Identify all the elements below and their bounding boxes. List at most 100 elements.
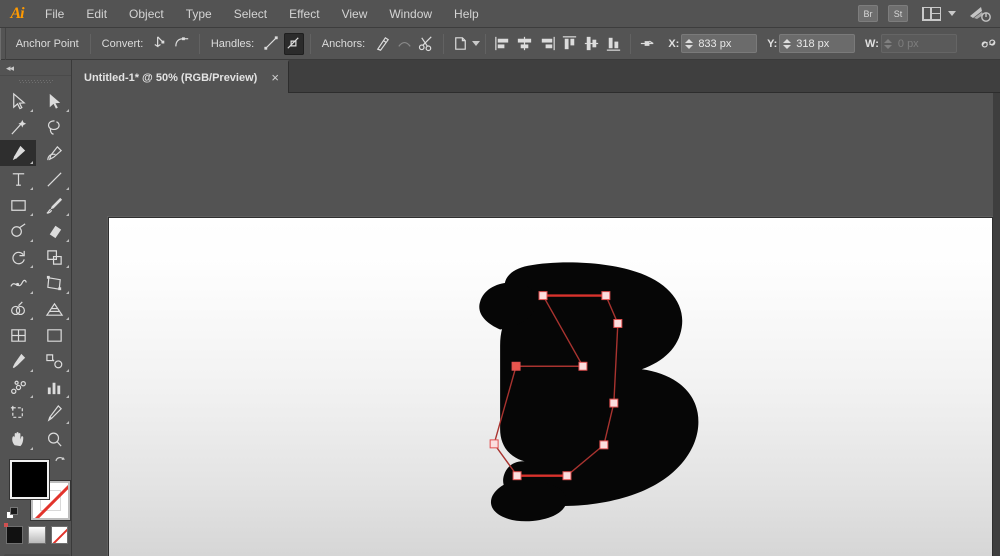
chevron-down-icon[interactable]	[948, 11, 956, 16]
remove-selected-anchors-icon[interactable]	[372, 33, 392, 55]
x-input[interactable]	[693, 37, 757, 50]
cut-path-at-selected-anchors-icon[interactable]	[417, 33, 437, 55]
flyout-indicator-icon	[66, 291, 69, 294]
flyout-indicator-icon	[66, 421, 69, 424]
paintbrush-tool[interactable]	[36, 192, 72, 218]
type-tool[interactable]	[0, 166, 36, 192]
rectangle-tool[interactable]	[0, 192, 36, 218]
menu-item-edit[interactable]: Edit	[75, 0, 118, 28]
control-bar-grip[interactable]	[0, 27, 6, 60]
scale-tool[interactable]	[36, 244, 72, 270]
w-stepper	[882, 35, 893, 52]
align-top-icon[interactable]	[559, 33, 579, 55]
selection-tool[interactable]	[0, 88, 36, 114]
width-tool[interactable]	[0, 270, 36, 296]
zoom-tool[interactable]	[36, 426, 72, 452]
shaper-tool[interactable]	[0, 218, 36, 244]
y-stepper[interactable]	[780, 35, 791, 52]
align-bottom-icon[interactable]	[604, 33, 624, 55]
illustrator-window: Ai File Edit Object Type Select Effect V…	[0, 0, 1000, 556]
close-icon[interactable]: ×	[271, 71, 279, 84]
control-bar: Anchor Point Convert: Handles: Anchors:	[0, 27, 1000, 60]
lasso-tool[interactable]	[36, 114, 72, 140]
default-fill-stroke-icon[interactable]	[6, 507, 19, 520]
pen-tool[interactable]	[0, 140, 36, 166]
column-graph-tool[interactable]	[36, 374, 72, 400]
menu-item-object[interactable]: Object	[118, 0, 175, 28]
flyout-indicator-icon	[30, 265, 33, 268]
symbol-sprayer-tool[interactable]	[0, 374, 36, 400]
flyout-indicator-icon	[66, 239, 69, 242]
gradient-button[interactable]	[28, 526, 46, 544]
magic-wand-tool[interactable]	[0, 114, 36, 140]
bridge-button[interactable]: Br	[858, 5, 878, 22]
menu-bar: Ai File Edit Object Type Select Effect V…	[0, 0, 1000, 28]
slice-tool[interactable]	[36, 400, 72, 426]
stock-button[interactable]: St	[888, 5, 908, 22]
shape-builder-tool[interactable]	[0, 296, 36, 322]
artboard-tool[interactable]	[0, 400, 36, 426]
letter-b-black-shape[interactable]	[479, 262, 699, 522]
blend-tool[interactable]	[36, 348, 72, 374]
align-left-icon[interactable]	[492, 33, 512, 55]
swap-fill-stroke-icon[interactable]	[54, 456, 67, 469]
flyout-indicator-icon	[30, 239, 33, 242]
align-horizontal-center-icon[interactable]	[515, 33, 535, 55]
free-transform-tool[interactable]	[36, 270, 72, 296]
chevron-down-icon[interactable]	[472, 41, 481, 46]
menu-item-window[interactable]: Window	[378, 0, 443, 28]
show-handles-icon[interactable]	[261, 33, 281, 55]
x-stepper[interactable]	[682, 35, 693, 52]
y-input[interactable]	[791, 37, 855, 50]
menu-item-select[interactable]: Select	[223, 0, 278, 28]
menu-item-view[interactable]: View	[331, 0, 379, 28]
artboard[interactable]	[108, 217, 993, 556]
color-button[interactable]	[4, 523, 24, 544]
perspective-grid-tool[interactable]	[36, 296, 72, 322]
rotate-tool[interactable]	[0, 244, 36, 270]
gradient-tool[interactable]	[36, 322, 72, 348]
none-button[interactable]	[50, 526, 68, 544]
menu-item-file[interactable]: File	[34, 0, 75, 28]
eyedropper-tool[interactable]	[0, 348, 36, 374]
transform-icon[interactable]	[637, 33, 657, 55]
connect-selected-endpoints-icon[interactable]	[395, 33, 415, 55]
hide-handles-icon[interactable]	[283, 32, 304, 55]
vertical-scrollbar[interactable]	[993, 93, 1000, 556]
toolbar-drag-handle[interactable]	[0, 76, 71, 88]
workspace-switcher-icon[interactable]	[969, 5, 991, 23]
arrange-documents-icon[interactable]	[922, 6, 941, 21]
mesh-tool[interactable]	[0, 322, 36, 348]
fill-stroke-swatches	[0, 454, 72, 524]
menu-item-effect[interactable]: Effect	[278, 0, 330, 28]
context-label: Anchor Point	[15, 37, 79, 50]
align-vertical-center-icon[interactable]	[581, 33, 601, 55]
y-coordinate-field[interactable]	[779, 34, 856, 53]
isolate-selected-object-icon[interactable]	[450, 33, 470, 55]
x-coordinate-field[interactable]	[681, 34, 758, 53]
canvas-area[interactable]	[72, 93, 1000, 556]
menu-item-help[interactable]: Help	[443, 0, 490, 28]
align-right-icon[interactable]	[537, 33, 557, 55]
convert-to-corner-icon[interactable]	[150, 33, 170, 55]
direct-selection-tool[interactable]	[36, 88, 72, 114]
flyout-indicator-icon	[30, 187, 33, 190]
line-segment-tool[interactable]	[36, 166, 72, 192]
convert-label: Convert:	[101, 37, 144, 50]
flyout-indicator-icon	[66, 265, 69, 268]
hand-tool[interactable]	[0, 426, 36, 452]
double-chevron-left-icon[interactable]: ◂◂	[6, 63, 14, 74]
menu-item-type[interactable]: Type	[175, 0, 223, 28]
document-tab[interactable]: Untitled-1* @ 50% (RGB/Preview) ×	[72, 60, 289, 93]
curvature-tool[interactable]	[36, 140, 72, 166]
divider	[443, 33, 445, 54]
divider	[309, 33, 311, 54]
fill-color-swatch[interactable]	[10, 460, 49, 499]
flyout-indicator-icon	[66, 317, 69, 320]
artwork-layer	[479, 262, 699, 522]
document-tab-title: Untitled-1* @ 50% (RGB/Preview)	[84, 71, 258, 84]
divider	[630, 33, 632, 54]
link-broken-icon[interactable]	[979, 33, 999, 55]
eraser-tool[interactable]	[36, 218, 72, 244]
convert-to-smooth-icon[interactable]	[173, 33, 193, 55]
